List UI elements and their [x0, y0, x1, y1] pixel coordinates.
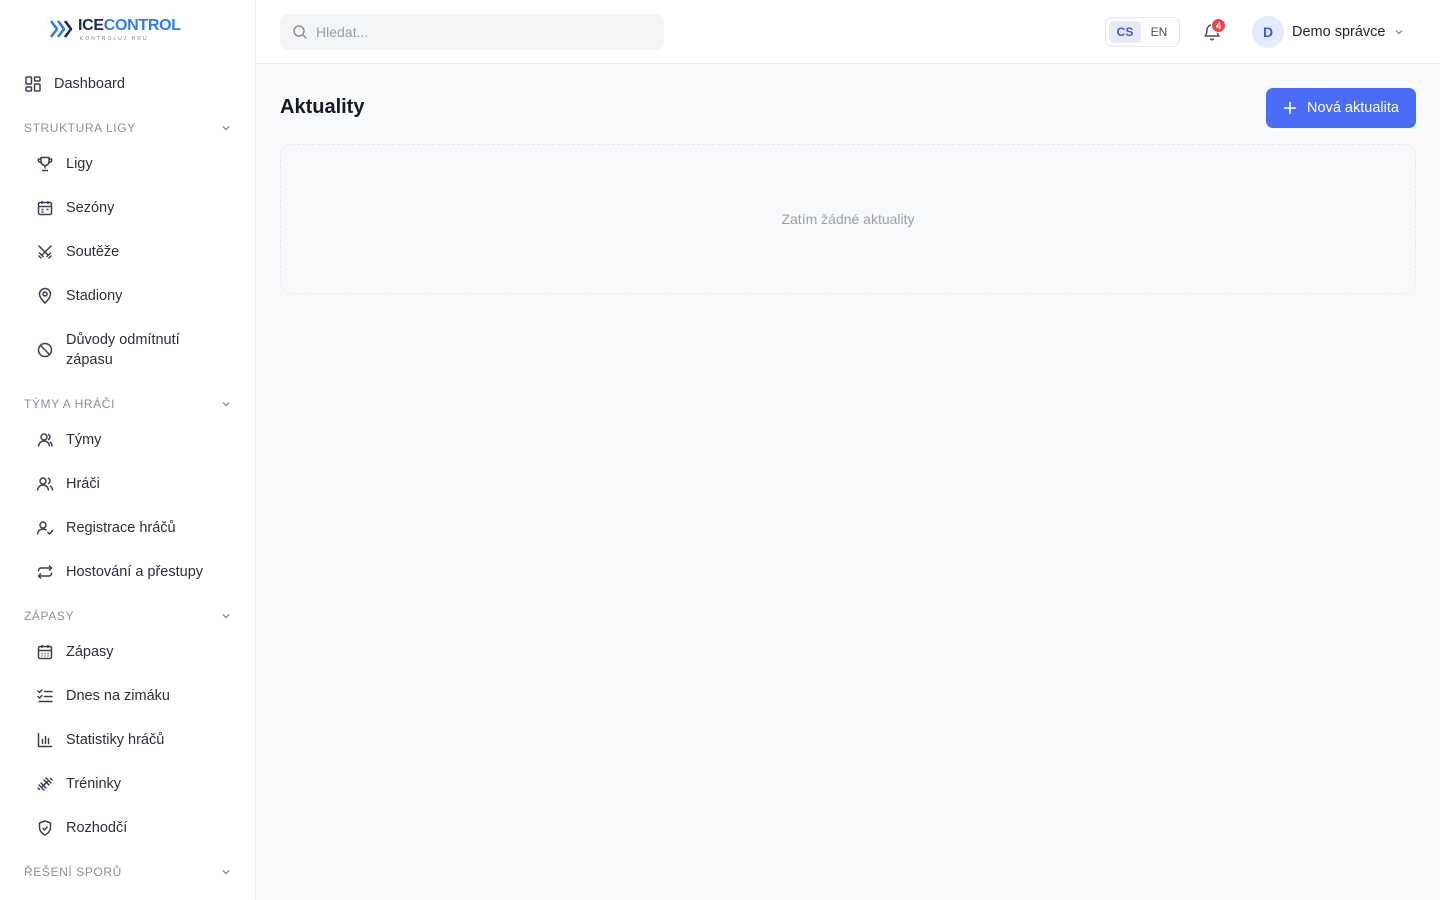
sidebar-item-label: Stadiony	[66, 288, 123, 304]
empty-state: Zatím žádné aktuality	[280, 144, 1416, 294]
sidebar-item-label: Týmy	[66, 432, 102, 448]
sidebar-item-rozhodci[interactable]: Rozhodčí	[24, 818, 240, 838]
sidebar-item-hostovani-a-prestupy[interactable]: Hostování a přestupy	[24, 562, 240, 582]
section-header-tymy-a-hraci[interactable]: Týmy a hráči	[24, 394, 232, 414]
sidebar-item-hraci[interactable]: Hráči	[24, 474, 240, 494]
plus-icon	[1283, 101, 1297, 115]
sidebar-item-label: Registrace hráčů	[66, 520, 176, 536]
language-option-cs[interactable]: CS	[1109, 21, 1141, 43]
sidebar-item-label: Důvody odmítnutí zápasu	[66, 332, 180, 368]
sidebar-item-label: Hráči	[66, 476, 100, 492]
dumbbell-icon	[36, 775, 54, 793]
sidebar: ICECONTROL KONTROLUJ HRU Dashboard Struk…	[0, 0, 256, 900]
section-header-struktura-ligy[interactable]: Struktura ligy	[24, 118, 232, 138]
sidebar-item-registrace-hracu[interactable]: Registrace hráčů	[24, 518, 240, 538]
sidebar-item-souteze[interactable]: Soutěže	[24, 242, 240, 262]
chevron-down-icon	[220, 398, 232, 410]
sidebar-item-tymy[interactable]: Týmy	[24, 430, 240, 450]
sidebar-item-label: Ligy	[66, 156, 93, 172]
chevron-down-icon	[220, 122, 232, 134]
page-title: Aktuality	[280, 96, 365, 118]
sidebar-item-label: Tréninky	[66, 776, 122, 792]
sidebar-item-label: Dashboard	[54, 76, 125, 92]
checklist-icon	[36, 687, 54, 705]
sidebar-item-label: Zápasy	[66, 644, 114, 660]
chevron-down-icon	[220, 610, 232, 622]
search-icon	[292, 24, 308, 40]
new-news-button[interactable]: Nová aktualita	[1266, 88, 1416, 128]
language-option-en[interactable]: EN	[1143, 21, 1175, 43]
section-header-zapasy[interactable]: Zápasy	[24, 606, 232, 626]
transfer-arrows-icon	[36, 563, 54, 581]
calendar-icon	[36, 199, 54, 217]
sidebar-item-label: Soutěže	[66, 244, 120, 260]
users-icon	[36, 475, 54, 493]
user-menu[interactable]: D Demo správce	[1252, 16, 1405, 48]
new-news-button-label: Nová aktualita	[1307, 100, 1399, 116]
brand-name: ICECONTROL	[78, 17, 181, 34]
sidebar-item-label: Statistiky hráčů	[66, 732, 165, 748]
sidebar-item-label: Rozhodčí	[66, 820, 128, 836]
sidebar-item-sezony[interactable]: Sezóny	[24, 198, 240, 218]
search-input[interactable]	[316, 24, 656, 40]
sidebar-item-duvody-odmitnuti[interactable]: Důvody odmítnutí zápasu	[24, 330, 240, 370]
shield-check-icon	[36, 819, 54, 837]
user-name: Demo správce	[1292, 24, 1386, 40]
dashboard-grid-icon	[24, 75, 42, 93]
calendar-grid-icon	[36, 643, 54, 661]
sidebar-item-stadiony[interactable]: Stadiony	[24, 286, 240, 306]
user-check-icon	[36, 519, 54, 537]
brand-logo[interactable]: ICECONTROL KONTROLUJ HRU	[50, 16, 181, 42]
sidebar-item-treninky[interactable]: Tréninky	[24, 774, 240, 794]
sidebar-item-label: Sezóny	[66, 200, 115, 216]
chevron-down-icon	[220, 866, 232, 878]
notification-badge: 4	[1211, 18, 1226, 33]
ban-icon	[36, 341, 54, 359]
sidebar-item-zapasy[interactable]: Zápasy	[24, 642, 240, 662]
sidebar-item-statistiky-hracu[interactable]: Statistiky hráčů	[24, 730, 240, 750]
language-switcher: CS EN	[1105, 17, 1180, 47]
sidebar-item-dashboard[interactable]: Dashboard	[12, 66, 244, 102]
sidebar-item-dnes-na-zimaku[interactable]: Dnes na zimáku	[24, 686, 240, 706]
avatar: D	[1252, 16, 1284, 48]
sidebar-item-label: Dnes na zimáku	[66, 688, 170, 704]
top-bar: CS EN 4 D Demo správce	[256, 0, 1440, 64]
logo-chevrons-icon	[50, 20, 73, 38]
brand-tagline: KONTROLUJ HRU	[80, 36, 149, 42]
swords-icon	[36, 243, 54, 261]
chevron-down-icon	[1393, 26, 1405, 38]
user-icon	[36, 431, 54, 449]
bar-chart-icon	[36, 731, 54, 749]
sidebar-item-ligy[interactable]: Ligy	[24, 154, 240, 174]
trophy-icon	[36, 155, 54, 173]
sidebar-item-label: Hostování a přestupy	[66, 564, 204, 580]
search-box[interactable]	[280, 14, 664, 50]
empty-state-message: Zatím žádné aktuality	[781, 211, 915, 227]
section-header-reseni-sporu[interactable]: Řešení sporů	[24, 862, 232, 882]
map-pin-icon	[36, 287, 54, 305]
